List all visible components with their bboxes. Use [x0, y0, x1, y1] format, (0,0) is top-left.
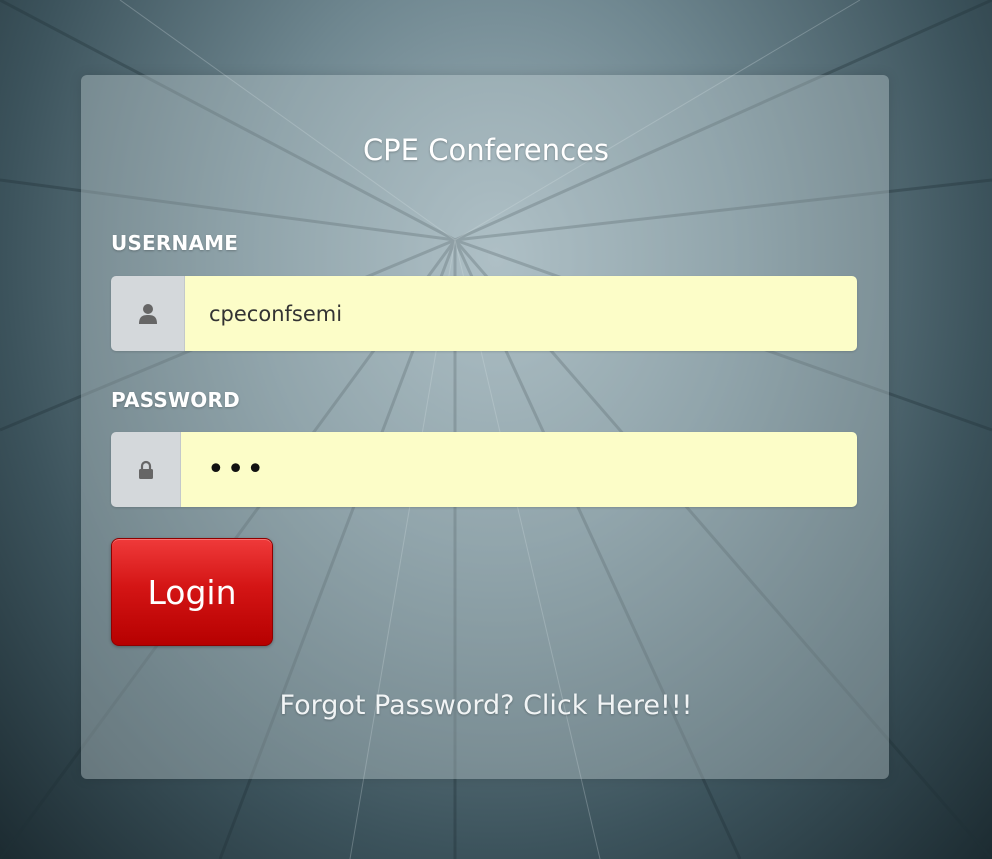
- username-label: USERNAME: [111, 231, 239, 255]
- username-input[interactable]: [185, 276, 857, 351]
- forgot-password-link[interactable]: Forgot Password? Click Here!!!: [0, 690, 972, 721]
- login-card: [81, 75, 889, 779]
- user-icon: [111, 276, 185, 351]
- page-title: CPE Conferences: [362, 133, 610, 167]
- username-input-group: [111, 276, 857, 351]
- password-input-group: [111, 432, 857, 507]
- password-input[interactable]: [181, 432, 857, 507]
- login-button[interactable]: Login: [111, 538, 273, 646]
- lock-icon: [111, 432, 181, 507]
- password-label: PASSWORD: [111, 388, 240, 412]
